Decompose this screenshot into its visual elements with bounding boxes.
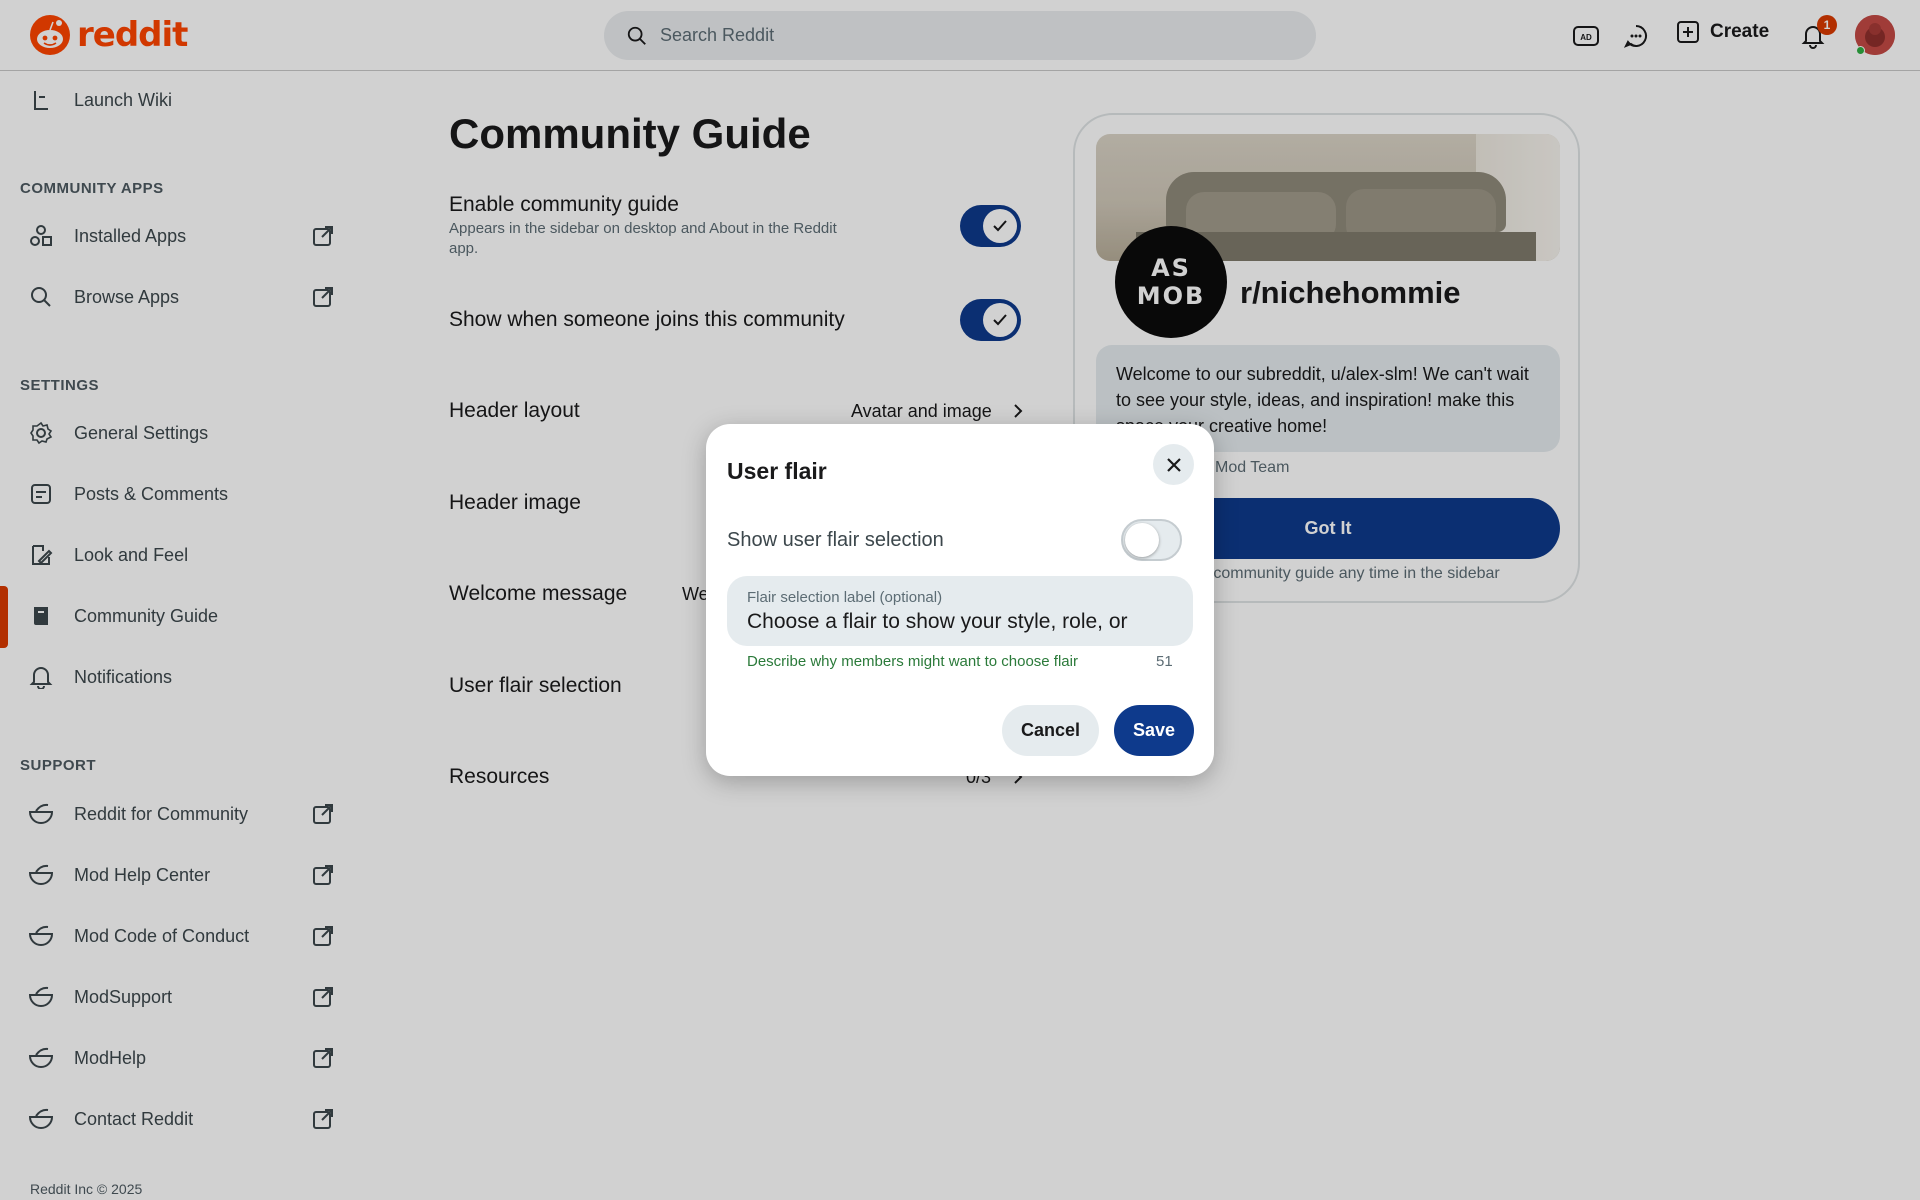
close-button[interactable] xyxy=(1153,444,1194,485)
close-icon xyxy=(1166,457,1181,472)
show-flair-selection-toggle[interactable] xyxy=(1121,519,1182,561)
save-button[interactable]: Save xyxy=(1114,705,1194,756)
character-counter: 51 xyxy=(1156,653,1173,670)
modal-title: User flair xyxy=(727,458,827,484)
cancel-button[interactable]: Cancel xyxy=(1002,705,1099,756)
flair-label-input-value[interactable]: Choose a flair to show your style, role,… xyxy=(747,610,1173,634)
user-flair-modal: User flair Show user flair selection Fla… xyxy=(706,424,1214,776)
toggle-knob xyxy=(1125,523,1159,557)
flair-label-field-label: Flair selection label (optional) xyxy=(747,589,943,606)
flair-label-field[interactable]: Flair selection label (optional) Choose … xyxy=(727,576,1193,646)
flair-helper-text: Describe why members might want to choos… xyxy=(747,653,1078,670)
show-flair-selection-label: Show user flair selection xyxy=(727,529,944,551)
